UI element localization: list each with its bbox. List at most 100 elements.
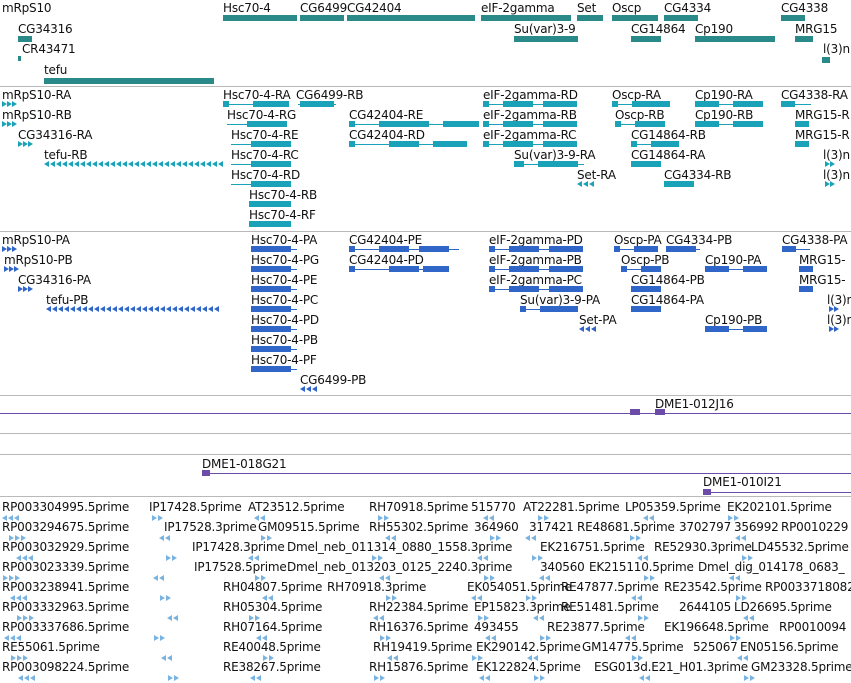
gene-bar[interactable] bbox=[822, 57, 830, 63]
est-label[interactable]: RH05304.5prime bbox=[223, 601, 322, 614]
transcript-exon[interactable] bbox=[632, 101, 670, 107]
gene-bar[interactable] bbox=[223, 15, 297, 21]
protein-exon[interactable] bbox=[705, 326, 729, 332]
gene-label[interactable]: MRG15 bbox=[795, 23, 837, 36]
protein-exon[interactable] bbox=[549, 246, 583, 252]
protein-exon[interactable] bbox=[634, 246, 658, 252]
est-label[interactable]: 525067 bbox=[693, 641, 738, 654]
transcript-exon[interactable] bbox=[631, 141, 637, 147]
protein-exon[interactable] bbox=[423, 266, 449, 272]
gene-label[interactable]: l(3)n bbox=[823, 43, 850, 56]
est-label[interactable]: RE40048.5prime bbox=[223, 641, 321, 654]
est-label[interactable]: Dmel_dig_014178_0683_ bbox=[698, 561, 845, 574]
transcript-exon[interactable] bbox=[223, 101, 229, 107]
clone-end[interactable] bbox=[630, 409, 640, 415]
gene-label[interactable]: tefu bbox=[44, 64, 67, 77]
gene-bar[interactable] bbox=[514, 36, 578, 42]
est-label[interactable]: RP003032929.5prime bbox=[2, 541, 129, 554]
est-label[interactable]: GM09515.5prime bbox=[258, 521, 360, 534]
est-label[interactable]: RE38267.5prime bbox=[223, 661, 321, 674]
protein-exon[interactable] bbox=[251, 266, 291, 272]
transcript-exon[interactable] bbox=[249, 221, 291, 227]
protein-exon[interactable] bbox=[705, 266, 729, 272]
est-label[interactable]: Dmel_neb_011314_0880_1558.3prime bbox=[287, 541, 512, 554]
est-label[interactable]: RE23877.5prime bbox=[547, 621, 645, 634]
gene-bar[interactable] bbox=[631, 36, 661, 42]
est-label[interactable]: GM14775.5prime bbox=[582, 641, 684, 654]
protein-exon[interactable] bbox=[489, 286, 495, 292]
est-label[interactable]: RP003337686.5prime bbox=[2, 621, 129, 634]
est-label[interactable]: EK196648.5prime bbox=[664, 621, 769, 634]
transcript-exon[interactable] bbox=[543, 101, 577, 107]
gene-bar[interactable] bbox=[347, 15, 475, 21]
est-label[interactable]: 515770 bbox=[471, 501, 516, 514]
est-label[interactable]: GM23328.5prime bbox=[751, 661, 851, 674]
transcript-exon[interactable] bbox=[251, 161, 291, 167]
gene-bar[interactable] bbox=[577, 15, 603, 21]
transcript-exon[interactable] bbox=[781, 101, 795, 107]
protein-exon[interactable] bbox=[520, 306, 526, 312]
transcript-exon[interactable] bbox=[443, 121, 479, 127]
est-label[interactable]: RP003238941.5prime bbox=[2, 581, 129, 594]
est-label[interactable]: IP17428.3prime bbox=[192, 541, 285, 554]
transcript-exon[interactable] bbox=[251, 181, 291, 187]
transcript-exon[interactable] bbox=[433, 141, 467, 147]
protein-exon[interactable] bbox=[782, 246, 796, 252]
est-label[interactable]: Dmel_neb_013203_0125_2240.3prime bbox=[287, 561, 512, 574]
transcript-exon[interactable] bbox=[249, 201, 291, 207]
transcript-exon[interactable] bbox=[349, 141, 355, 147]
gene-bar[interactable] bbox=[18, 56, 21, 61]
transcript-exon[interactable] bbox=[733, 121, 763, 127]
gene-bar[interactable] bbox=[18, 36, 32, 42]
transcript-exon[interactable] bbox=[349, 121, 355, 127]
est-label[interactable]: EK122824.5prime bbox=[476, 661, 581, 674]
transcript-exon[interactable] bbox=[300, 101, 334, 107]
protein-exon[interactable] bbox=[251, 346, 291, 352]
clone-end[interactable] bbox=[202, 470, 210, 476]
gene-label[interactable]: CG4334 bbox=[664, 2, 711, 15]
genome-browser-view[interactable]: mRpS10 CG34316 CR43471 tefu Hsc70-4 CG64… bbox=[0, 0, 851, 683]
est-label[interactable]: RE51481.5prime bbox=[561, 601, 659, 614]
est-label[interactable]: RH15876.5prime bbox=[369, 661, 468, 674]
transcript-exon[interactable] bbox=[483, 141, 489, 147]
protein-exon[interactable] bbox=[251, 306, 291, 312]
clone-end[interactable] bbox=[655, 409, 665, 415]
protein-exon[interactable] bbox=[349, 246, 355, 252]
est-label[interactable]: AT23512.5prime bbox=[248, 501, 345, 514]
est-label[interactable]: IP17528.5prime bbox=[194, 561, 287, 574]
gene-bar[interactable] bbox=[44, 78, 214, 84]
transcript-exon[interactable] bbox=[483, 121, 489, 127]
gene-bar[interactable] bbox=[300, 15, 344, 21]
est-label[interactable]: EK290142.5prime bbox=[476, 641, 581, 654]
gene-bar[interactable] bbox=[612, 15, 658, 21]
gene-label[interactable]: mRpS10 bbox=[2, 2, 52, 15]
est-label[interactable]: RH04807.5prime bbox=[223, 581, 322, 594]
protein-exon[interactable] bbox=[509, 286, 539, 292]
transcript-exon[interactable] bbox=[631, 161, 661, 167]
gene-label[interactable]: Su(var)3-9 bbox=[514, 23, 576, 36]
transcript-exon[interactable] bbox=[543, 121, 577, 127]
protein-exon[interactable] bbox=[489, 266, 495, 272]
est-label[interactable]: EP15823.3prime bbox=[474, 601, 571, 614]
transcript-exon[interactable] bbox=[538, 161, 578, 167]
transcript-exon[interactable] bbox=[514, 161, 524, 167]
transcript-exon[interactable] bbox=[612, 101, 618, 107]
est-label[interactable]: 356992 bbox=[734, 521, 779, 534]
protein-exon[interactable] bbox=[251, 366, 291, 372]
est-label[interactable]: ESG013d.E21_H01.3prime bbox=[594, 661, 748, 674]
protein-exon[interactable] bbox=[621, 266, 627, 272]
protein-exon[interactable] bbox=[743, 326, 767, 332]
protein-exon[interactable] bbox=[614, 246, 620, 252]
protein-exon[interactable] bbox=[251, 246, 291, 252]
protein-exon[interactable] bbox=[379, 246, 409, 252]
gene-bar[interactable] bbox=[664, 15, 698, 21]
est-label[interactable]: RH16376.5prime bbox=[369, 621, 468, 634]
est-label[interactable]: LD26695.5prime bbox=[734, 601, 832, 614]
transcript-exon[interactable] bbox=[795, 141, 809, 147]
protein-exon[interactable] bbox=[509, 266, 539, 272]
est-label[interactable]: 3702797 bbox=[679, 521, 731, 534]
protein-exon[interactable] bbox=[540, 306, 578, 312]
protein-exon[interactable] bbox=[509, 246, 539, 252]
est-label[interactable]: RE23542.5prime bbox=[664, 581, 762, 594]
transcript-exon[interactable] bbox=[615, 121, 621, 127]
